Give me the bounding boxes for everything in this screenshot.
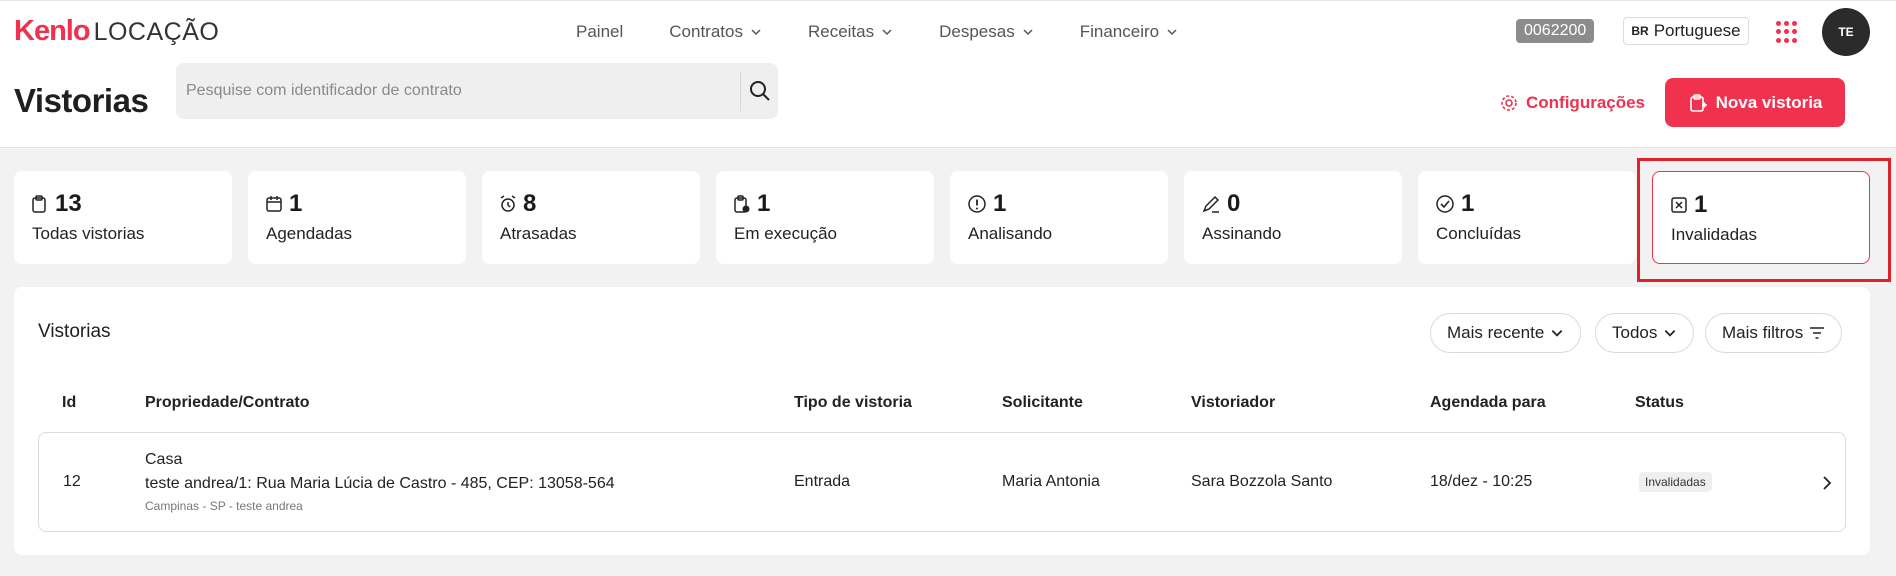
calendar-icon <box>266 196 282 212</box>
language-flag: BR <box>1631 24 1649 38</box>
clipboard-clock-icon <box>734 195 750 213</box>
row-id: 12 <box>63 473 81 490</box>
search-bar <box>176 63 778 119</box>
signature-icon <box>1202 195 1220 213</box>
nav-label: Financeiro <box>1079 22 1160 41</box>
check-circle-icon <box>1436 195 1454 213</box>
chevron-right-icon[interactable] <box>1819 474 1835 492</box>
sort-dropdown[interactable]: Mais recente <box>1430 313 1582 353</box>
config-button[interactable]: Configurações <box>1500 91 1645 115</box>
more-filters-label: Mais filtros <box>1722 323 1804 342</box>
nav-despesas[interactable]: Despesas <box>939 19 1034 45</box>
nav-painel[interactable]: Painel <box>576 19 623 45</box>
summary-card-assinando[interactable]: 0 Assinando <box>1184 171 1402 264</box>
new-inspection-label: Nova vistoria <box>1715 92 1823 112</box>
nav-label: Contratos <box>669 22 743 41</box>
col-agendada[interactable]: Agendada para <box>1430 394 1546 412</box>
logo-brand: Kenlo <box>14 15 91 47</box>
chevron-down-icon <box>1665 330 1676 337</box>
alert-circle-icon <box>968 195 986 213</box>
scope-dropdown[interactable]: Todos <box>1595 313 1695 353</box>
col-solicitante[interactable]: Solicitante <box>1002 394 1083 412</box>
summary-card-atrasadas[interactable]: 8 Atrasadas <box>482 171 700 264</box>
language-label: Portuguese <box>1653 21 1741 40</box>
summary-card-concluidas[interactable]: 1 Concluídas <box>1418 171 1636 264</box>
inspections-panel: Vistorias Mais recente Todos Mais filtro… <box>14 287 1870 555</box>
clipboard-icon <box>32 195 46 213</box>
col-id[interactable]: Id <box>62 394 76 412</box>
summary-card-em-execucao[interactable]: 1 Em execução <box>716 171 934 264</box>
summary-label: Assinando <box>1202 224 1282 243</box>
summary-label: Em execução <box>734 224 837 243</box>
config-label: Configurações <box>1526 93 1646 112</box>
table-row[interactable]: 12 Casa teste andrea/1: Rua Maria Lúcia … <box>38 432 1846 532</box>
summary-count: 1 <box>993 190 1007 217</box>
row-location: Campinas - SP - teste andrea <box>145 499 303 513</box>
apps-grid-icon[interactable] <box>1776 21 1798 43</box>
row-inspector: Sara Bozzola Santo <box>1191 473 1333 490</box>
scope-label: Todos <box>1612 323 1658 342</box>
nav-financeiro[interactable]: Financeiro <box>1080 19 1178 45</box>
more-filters-button[interactable]: Mais filtros <box>1705 313 1843 353</box>
nav-receitas[interactable]: Receitas <box>808 19 893 45</box>
language-selector[interactable]: BR Portuguese <box>1623 17 1749 45</box>
user-avatar[interactable]: TE <box>1822 8 1870 56</box>
summary-label: Agendadas <box>266 224 353 243</box>
filter-icon <box>1810 327 1825 339</box>
summary-count: 0 <box>1227 190 1241 217</box>
row-type: Entrada <box>794 473 851 490</box>
main-nav: Painel Contratos Receitas Despesas Finan… <box>576 19 1224 45</box>
summary-count: 1 <box>757 190 771 217</box>
nav-label: Receitas <box>807 22 875 41</box>
row-property: Casa <box>145 451 183 468</box>
summary-card-analisando[interactable]: 1 Analisando <box>950 171 1168 264</box>
col-tipo[interactable]: Tipo de vistoria <box>794 394 912 412</box>
row-scheduled: 18/dez - 10:25 <box>1430 473 1533 490</box>
nav-label: Painel <box>576 22 624 41</box>
col-status[interactable]: Status <box>1635 394 1684 412</box>
summary-count: 8 <box>523 190 537 217</box>
alarm-icon <box>500 195 516 212</box>
chevron-down-icon <box>1167 29 1177 36</box>
chevron-down-icon <box>882 29 892 36</box>
summary-count: 13 <box>55 190 82 217</box>
panel-title: Vistorias <box>38 321 111 342</box>
summary-card-todas[interactable]: 13 Todas vistorias <box>14 171 232 264</box>
page-title: Vistorias <box>14 82 149 119</box>
row-requester: Maria Antonia <box>1002 473 1100 490</box>
chevron-down-icon <box>1552 330 1563 337</box>
app-logo[interactable]: Kenlo LOCAÇÃO <box>14 15 219 49</box>
selection-highlight <box>1637 158 1891 282</box>
search-icon[interactable] <box>746 77 774 105</box>
col-propriedade[interactable]: Propriedade/Contrato <box>145 394 309 412</box>
summary-label: Analisando <box>968 224 1053 243</box>
logo-product: LOCAÇÃO <box>93 18 220 46</box>
summary-label: Concluídas <box>1436 224 1522 243</box>
top-header: Kenlo LOCAÇÃO Painel Contratos Receitas … <box>0 0 1896 148</box>
new-inspection-button[interactable]: Nova vistoria <box>1665 78 1845 127</box>
clipboard-plus-icon <box>1689 93 1707 112</box>
chevron-down-icon <box>1023 29 1033 36</box>
sort-label: Mais recente <box>1447 323 1545 342</box>
nav-label: Despesas <box>939 22 1015 41</box>
account-code-badge[interactable]: 0062200 <box>1516 19 1595 43</box>
search-divider <box>740 71 741 111</box>
summary-label: Todas vistorias <box>32 224 145 243</box>
nav-contratos[interactable]: Contratos <box>669 19 762 45</box>
summary-count: 1 <box>1461 190 1475 217</box>
summary-count: 1 <box>289 190 303 217</box>
gear-icon <box>1501 95 1517 111</box>
chevron-down-icon <box>751 29 761 36</box>
status-badge: Invalidadas <box>1639 472 1712 492</box>
summary-card-agendadas[interactable]: 1 Agendadas <box>248 171 466 264</box>
col-vistoriador[interactable]: Vistoriador <box>1191 394 1275 412</box>
summary-label: Atrasadas <box>500 224 577 243</box>
row-contract: teste andrea/1: Rua Maria Lúcia de Castr… <box>145 475 615 492</box>
search-input[interactable] <box>186 79 746 103</box>
